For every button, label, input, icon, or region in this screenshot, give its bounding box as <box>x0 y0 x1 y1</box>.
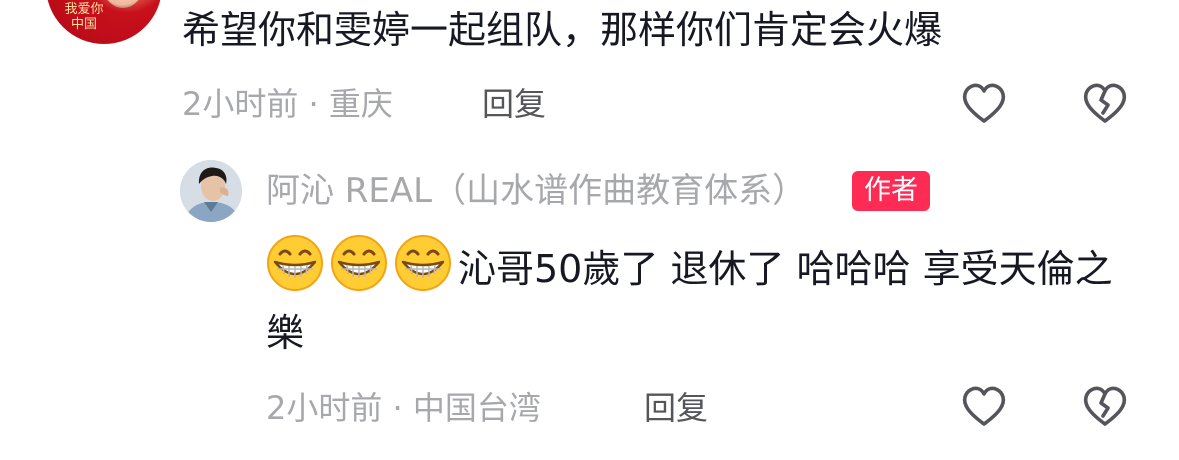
commenter-avatar[interactable]: 我爱你 中国 <box>46 0 162 44</box>
broken-heart-icon <box>1083 83 1127 123</box>
reply-meta: 2小时前 · 中国台湾 <box>266 389 541 427</box>
heart-outline-icon <box>962 83 1006 123</box>
reply-like-button[interactable] <box>959 382 1009 432</box>
avatar-face <box>102 0 144 8</box>
reply-to-reply-button[interactable]: 回复 <box>644 388 708 428</box>
comment-text: 希望你和雯婷一起组队，那样你们肯定会火爆 <box>182 8 943 52</box>
heart-outline-icon <box>962 386 1006 426</box>
like-button[interactable] <box>959 79 1009 129</box>
author-badge: 作者 <box>852 171 930 211</box>
reply-text: 沁哥50歲了 退休了 哈哈哈 享受天倫之樂 <box>266 234 1146 365</box>
comment-meta: 2小时前 · 重庆 <box>182 85 393 123</box>
author-photo <box>180 160 242 222</box>
reply-text-body: 沁哥50歲了 退休了 哈哈哈 享受天倫之樂 <box>266 247 1113 355</box>
grin-emoji <box>394 234 452 292</box>
reply-dislike-button[interactable] <box>1080 382 1130 432</box>
author-avatar[interactable] <box>180 160 242 222</box>
avatar-seal-text: 我爱你 中国 <box>64 2 104 32</box>
reply-button[interactable]: 回复 <box>482 84 546 124</box>
grin-emoji <box>266 234 324 292</box>
grin-emoji <box>330 234 388 292</box>
author-name[interactable]: 阿沁 REAL（山水谱作曲教育体系） <box>266 168 806 214</box>
dislike-button[interactable] <box>1080 79 1130 129</box>
broken-heart-icon <box>1083 386 1127 426</box>
